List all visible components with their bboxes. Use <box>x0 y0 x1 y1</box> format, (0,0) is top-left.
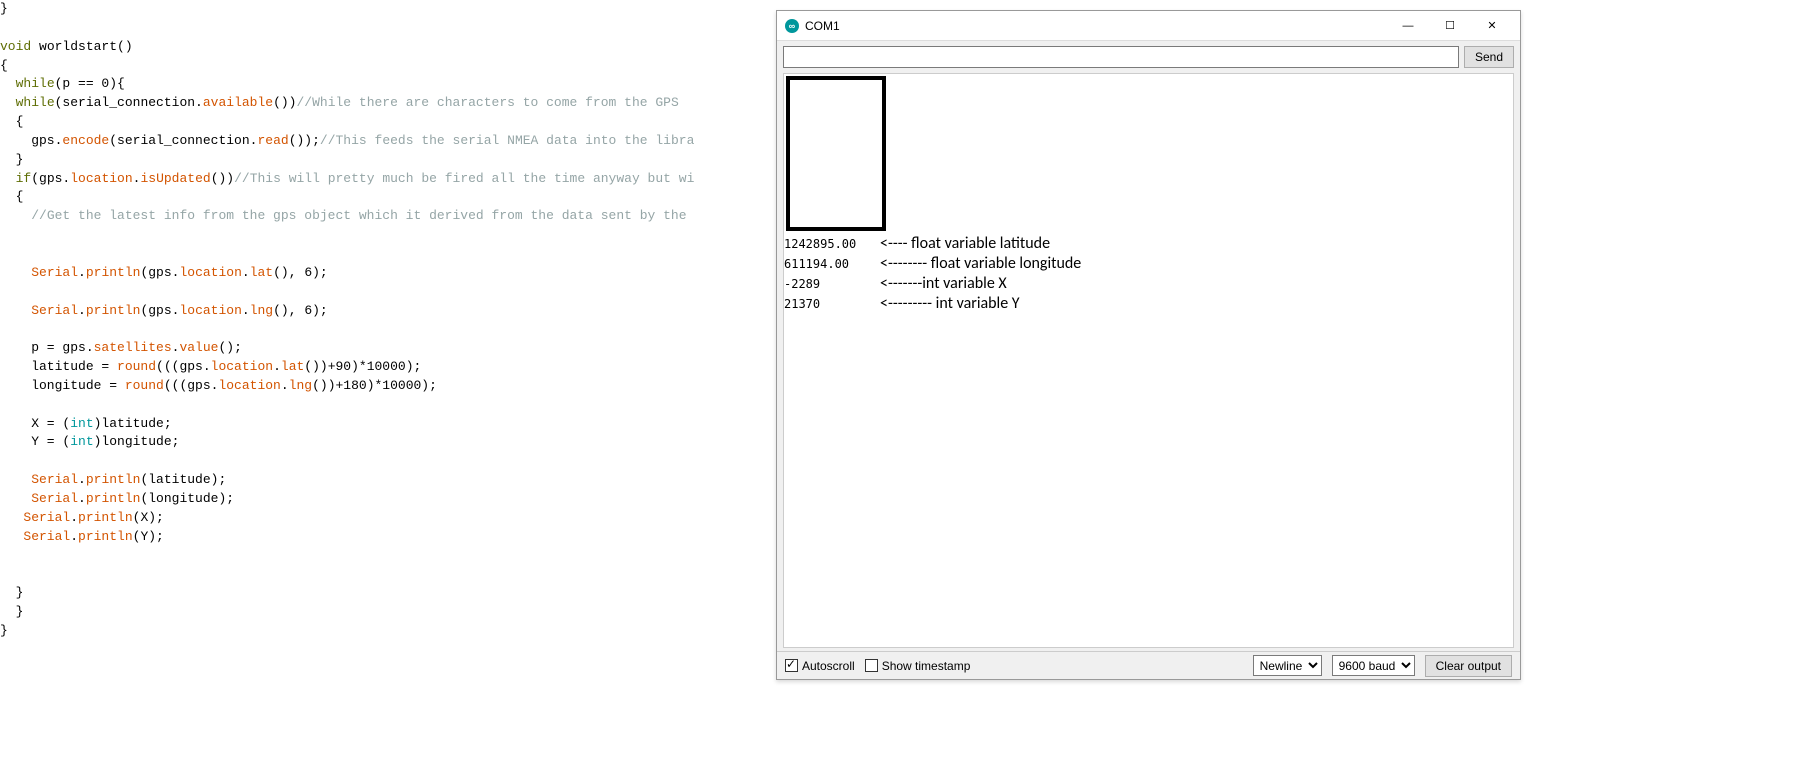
value-latitude-float: 1242895.00 <box>784 237 874 251</box>
serial-input[interactable] <box>783 46 1459 68</box>
code-line: Serial.println(gps.location.lat(), 6); <box>0 264 776 283</box>
send-button[interactable]: Send <box>1464 46 1514 68</box>
annotation-x: <-------int variable X <box>880 274 1007 293</box>
window-controls: — ☐ ✕ <box>1388 13 1512 39</box>
code-line: while(p == 0){ <box>0 75 776 94</box>
code-line <box>0 396 776 415</box>
annotation-longitude: <-------- float variable longitude <box>880 254 1081 273</box>
autoscroll-checkbox-wrap[interactable]: Autoscroll <box>785 659 855 673</box>
code-line: Y = (int)longitude; <box>0 433 776 452</box>
code-line: } <box>0 0 776 19</box>
timestamp-label: Show timestamp <box>882 659 971 673</box>
code-line: void worldstart() <box>0 38 776 57</box>
code-line <box>0 546 776 565</box>
code-line <box>0 283 776 302</box>
code-line: //Get the latest info from the gps objec… <box>0 207 776 226</box>
value-x-int: -2289 <box>784 277 874 291</box>
code-line: p = gps.satellites.value(); <box>0 339 776 358</box>
code-line: Serial.println(longitude); <box>0 490 776 509</box>
output-row-latitude: 1242895.00 <---- float variable latitude <box>784 234 1050 253</box>
code-line: Serial.println(X); <box>0 509 776 528</box>
close-button[interactable]: ✕ <box>1472 13 1512 39</box>
timestamp-checkbox-wrap[interactable]: Show timestamp <box>865 659 971 673</box>
maximize-button[interactable]: ☐ <box>1430 13 1470 39</box>
code-line: Serial.println(gps.location.lng(), 6); <box>0 302 776 321</box>
code-line <box>0 226 776 245</box>
code-line: Serial.println(Y); <box>0 528 776 547</box>
baud-select[interactable]: 9600 baud <box>1332 655 1415 676</box>
code-line: } <box>0 151 776 170</box>
code-line: } <box>0 622 776 641</box>
code-line <box>0 320 776 339</box>
output-row-longitude: 611194.00 <-------- float variable longi… <box>784 254 1081 273</box>
annotation-latitude: <---- float variable latitude <box>880 234 1050 253</box>
autoscroll-label: Autoscroll <box>802 659 855 673</box>
window-title: COM1 <box>805 19 1388 33</box>
code-line: } <box>0 603 776 622</box>
code-editor[interactable]: } void worldstart(){ while(p == 0){ whil… <box>0 0 776 777</box>
clear-output-button[interactable]: Clear output <box>1425 655 1512 677</box>
code-line: if(gps.location.isUpdated())//This will … <box>0 170 776 189</box>
code-line: { <box>0 113 776 132</box>
code-line: while(serial_connection.available())//Wh… <box>0 94 776 113</box>
annotation-box <box>786 76 886 231</box>
window-titlebar[interactable]: ∞ COM1 — ☐ ✕ <box>777 11 1520 41</box>
code-line <box>0 565 776 584</box>
send-row: Send <box>777 41 1520 73</box>
code-line <box>0 19 776 38</box>
timestamp-checkbox[interactable] <box>865 659 878 672</box>
arduino-icon: ∞ <box>785 19 799 33</box>
code-line: X = (int)latitude; <box>0 415 776 434</box>
annotation-y: <--------- int variable Y <box>880 294 1020 313</box>
code-line: Serial.println(latitude); <box>0 471 776 490</box>
code-line: longitude = round(((gps.location.lng())+… <box>0 377 776 396</box>
value-y-int: 21370 <box>784 297 874 311</box>
code-line: { <box>0 57 776 76</box>
code-line <box>0 452 776 471</box>
serial-bottom-bar: Autoscroll Show timestamp Newline 9600 b… <box>777 651 1520 679</box>
minimize-button[interactable]: — <box>1388 13 1428 39</box>
code-line <box>0 245 776 264</box>
output-row-y: 21370 <--------- int variable Y <box>784 294 1020 313</box>
value-longitude-float: 611194.00 <box>784 257 874 271</box>
code-line: { <box>0 188 776 207</box>
line-ending-select[interactable]: Newline <box>1253 655 1322 676</box>
code-line: } <box>0 584 776 603</box>
serial-monitor-window: ∞ COM1 — ☐ ✕ Send 1242895.00 <---- float… <box>776 10 1521 680</box>
code-line: latitude = round(((gps.location.lat())+9… <box>0 358 776 377</box>
serial-output-area[interactable]: 1242895.00 <---- float variable latitude… <box>783 73 1514 648</box>
output-row-x: -2289 <-------int variable X <box>784 274 1007 293</box>
code-line: gps.encode(serial_connection.read());//T… <box>0 132 776 151</box>
autoscroll-checkbox[interactable] <box>785 659 798 672</box>
